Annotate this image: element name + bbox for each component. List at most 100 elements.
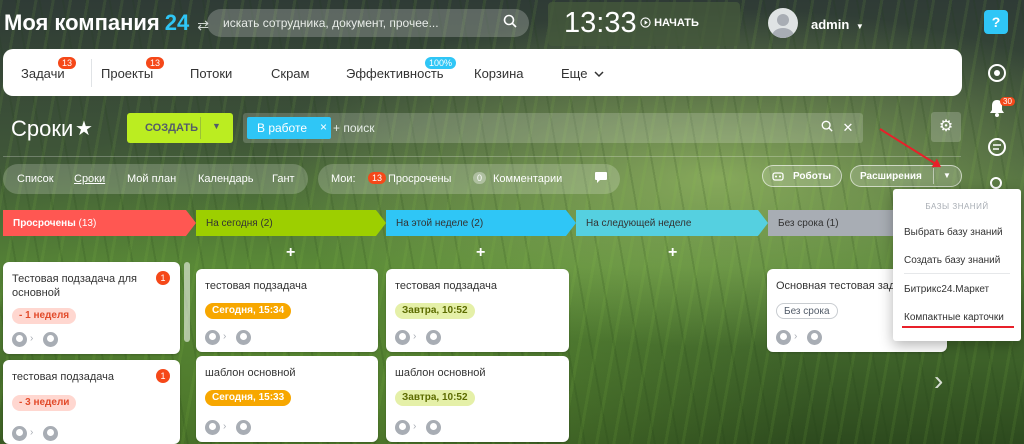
comments-filter[interactable]: Комментарии: [493, 173, 562, 185]
menu-item-compact-cards[interactable]: Компактные карточки: [904, 312, 1004, 323]
task-title[interactable]: шаблон основной: [205, 366, 352, 380]
deadline-badge[interactable]: Завтра, 10:52: [395, 303, 475, 319]
task-card[interactable]: Тестовая подзадача для основной 1 - 1 не…: [3, 262, 180, 354]
extensions-button[interactable]: Расширения ▼: [850, 165, 962, 187]
task-title[interactable]: Тестовая подзадача для основной: [12, 272, 154, 300]
deadline-badge[interactable]: - 3 недели: [12, 395, 77, 411]
notification-badge: 30: [1000, 97, 1015, 106]
filter-chip[interactable]: В работе ×: [247, 117, 331, 139]
nav-projects[interactable]: Проекты: [101, 66, 153, 81]
company-logo[interactable]: Моя компания 24 ⇄: [4, 10, 209, 36]
nav-more[interactable]: Еще: [561, 66, 604, 81]
close-icon[interactable]: ×: [320, 120, 327, 134]
menu-item-select-kb[interactable]: Выбрать базу знаний: [904, 227, 1003, 238]
view-my-plan[interactable]: Мой план: [127, 173, 176, 185]
responsible-avatar[interactable]: [807, 330, 822, 345]
nav-flows[interactable]: Потоки: [190, 66, 232, 81]
help-button[interactable]: ?: [984, 10, 1008, 34]
add-task-this-week-button[interactable]: +: [476, 244, 485, 262]
company-name: Моя компания: [4, 10, 160, 35]
column-title: Без срока: [778, 218, 824, 229]
company-number: 24: [164, 10, 190, 35]
task-card[interactable]: тестовая подзадача Завтра, 10:52 ›: [386, 269, 569, 352]
start-button[interactable]: НАЧАТЬ: [640, 17, 699, 29]
overdue-count: 13: [368, 172, 387, 184]
task-card[interactable]: тестовая подзадача 1 - 3 недели ›: [3, 360, 180, 444]
robots-label: Роботы: [793, 171, 832, 182]
add-task-next-week-button[interactable]: +: [668, 244, 677, 262]
nav-divider: [91, 59, 92, 87]
divider: [3, 156, 961, 157]
column-count: (13): [78, 218, 97, 229]
add-task-today-button[interactable]: +: [286, 244, 295, 262]
creator-avatar[interactable]: [12, 426, 27, 441]
chevron-down-icon[interactable]: ▼: [943, 171, 951, 180]
column-today-header: На сегодня (2): [196, 210, 386, 236]
deadline-badge[interactable]: Завтра, 10:52: [395, 390, 475, 406]
task-title[interactable]: тестовая подзадача: [12, 370, 154, 384]
creator-avatar[interactable]: [12, 332, 27, 347]
task-title[interactable]: тестовая подзадача: [395, 279, 543, 293]
my-counters: Мои: 13 Просрочены 0 Комментарии: [318, 164, 620, 194]
workday-clock[interactable]: 13:33 НАЧАТЬ: [548, 2, 740, 46]
global-search-input[interactable]: искать сотрудника, документ, прочее...: [207, 9, 529, 37]
responsible-avatar[interactable]: [43, 332, 58, 347]
robots-button[interactable]: Роботы: [762, 165, 842, 187]
deadline-badge[interactable]: Сегодня, 15:34: [205, 303, 292, 319]
user-menu[interactable]: admin ▼: [811, 17, 864, 32]
responsible-avatar[interactable]: [43, 426, 58, 441]
filter-search-placeholder: + поиск: [333, 121, 375, 135]
column-scrollbar[interactable]: [184, 262, 190, 342]
overdue-filter[interactable]: Просрочены: [388, 173, 451, 185]
chevron-down-icon[interactable]: ▼: [212, 121, 221, 131]
menu-item-create-kb[interactable]: Создать базу знаний: [904, 255, 1000, 266]
column-title: На следующей неделе: [586, 218, 692, 229]
column-title: Просрочены: [13, 218, 76, 229]
chevron-right-icon[interactable]: ›: [934, 365, 943, 397]
view-gantt[interactable]: Гант: [272, 173, 295, 185]
deadline-badge[interactable]: - 1 неделя: [12, 308, 77, 324]
responsible-avatar[interactable]: [426, 330, 441, 345]
deadline-badge[interactable]: Сегодня, 15:33: [205, 390, 292, 406]
task-card[interactable]: шаблон основной Завтра, 10:52 ›: [386, 356, 569, 442]
extensions-menu: БАЗЫ ЗНАНИЙ Выбрать базу знаний Создать …: [893, 189, 1021, 341]
task-title[interactable]: тестовая подзадача: [205, 279, 352, 293]
extensions-divider: [933, 168, 934, 184]
create-button[interactable]: СОЗДАТЬ ▼: [127, 113, 233, 143]
arrow-icon: ›: [223, 421, 227, 432]
chat-icon[interactable]: [594, 171, 608, 187]
filter-search-bar[interactable]: В работе × + поиск ✕: [243, 113, 863, 143]
column-count: (1): [826, 218, 839, 229]
task-card[interactable]: шаблон основной Сегодня, 15:33 ›: [196, 356, 378, 442]
view-list[interactable]: Список: [17, 173, 54, 185]
clear-filter-button[interactable]: ✕: [837, 117, 859, 139]
creator-avatar[interactable]: [205, 330, 220, 345]
search-icon[interactable]: [503, 14, 517, 31]
nav-tasks[interactable]: Задачи: [21, 66, 65, 81]
menu-item-market[interactable]: Битрикс24.Маркет: [904, 284, 989, 295]
star-icon[interactable]: ★: [75, 116, 93, 141]
deadline-badge[interactable]: Без срока: [776, 303, 838, 319]
view-calendar[interactable]: Календарь: [198, 173, 254, 185]
chat-icon[interactable]: [985, 136, 1009, 160]
activity-icon[interactable]: [985, 62, 1009, 86]
comment-badge: 1: [156, 369, 170, 383]
responsible-avatar[interactable]: [426, 420, 441, 435]
creator-avatar[interactable]: [776, 330, 791, 345]
user-avatar[interactable]: [768, 8, 798, 38]
nav-scrum[interactable]: Скрам: [271, 66, 309, 81]
creator-avatar[interactable]: [205, 420, 220, 435]
comments-count: 0: [473, 172, 487, 184]
comment-badge: 1: [156, 271, 170, 285]
creator-avatar[interactable]: [395, 420, 410, 435]
nav-trash[interactable]: Корзина: [474, 66, 524, 81]
view-deadlines[interactable]: Сроки: [74, 173, 105, 185]
creator-avatar[interactable]: [395, 330, 410, 345]
responsible-avatar[interactable]: [236, 330, 251, 345]
task-card[interactable]: тестовая подзадача Сегодня, 15:34 ›: [196, 269, 378, 352]
search-icon[interactable]: [821, 120, 833, 135]
responsible-avatar[interactable]: [236, 420, 251, 435]
gear-icon[interactable]: ⚙: [931, 112, 961, 142]
task-title[interactable]: шаблон основной: [395, 366, 543, 380]
user-name: admin: [811, 17, 850, 32]
